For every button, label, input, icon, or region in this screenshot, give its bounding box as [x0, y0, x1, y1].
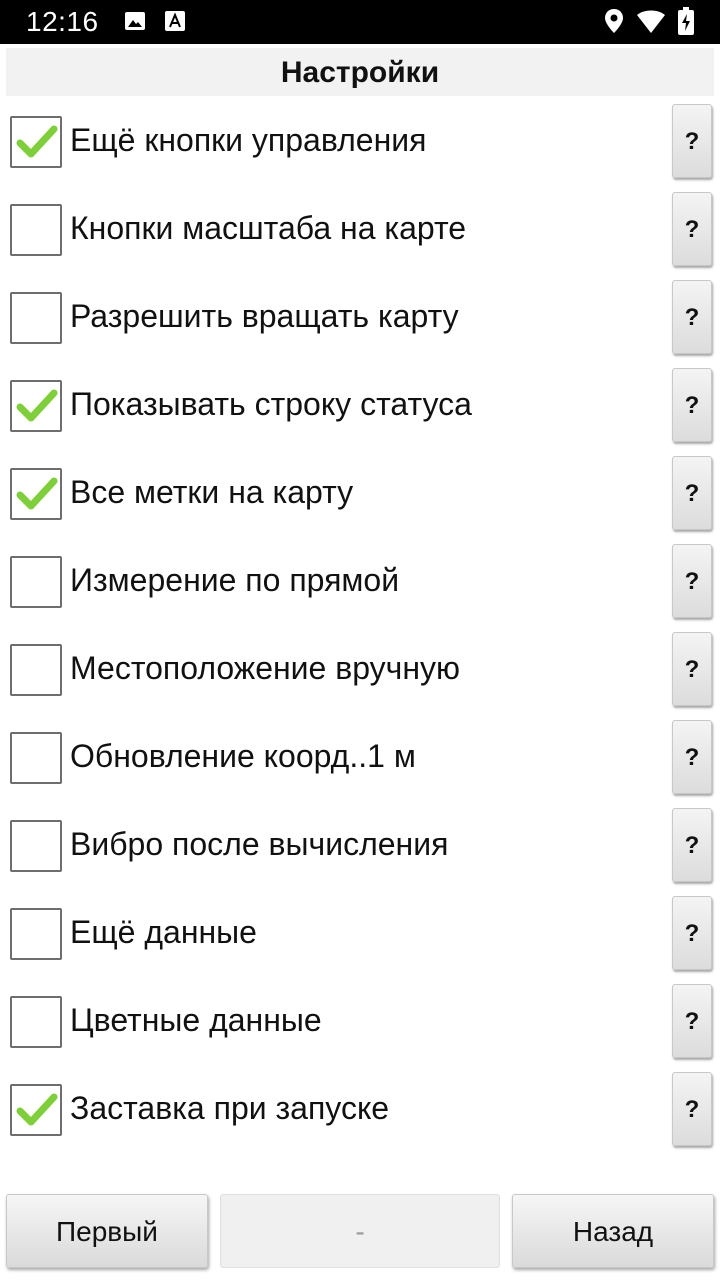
setting-row[interactable]: Вибро после вычисления ? — [0, 808, 720, 896]
checkbox[interactable] — [10, 380, 62, 432]
setting-row[interactable]: Кнопки масштаба на карте ? — [0, 192, 720, 280]
status-bar: 12:16 — [0, 0, 720, 44]
checkbox[interactable] — [10, 1084, 62, 1136]
setting-label: Кнопки масштаба на карте — [70, 210, 467, 246]
check-icon — [16, 389, 58, 422]
status-time: 12:16 — [26, 6, 99, 37]
help-button[interactable]: ? — [672, 368, 712, 442]
checkbox[interactable] — [10, 204, 62, 256]
checkbox[interactable] — [10, 292, 62, 344]
setting-row[interactable]: Ещё данные ? — [0, 896, 720, 984]
setting-row[interactable]: Измерение по прямой ? — [0, 544, 720, 632]
help-button[interactable]: ? — [672, 808, 712, 882]
setting-row[interactable]: Заставка при запуске ? — [0, 1072, 720, 1160]
first-button[interactable]: Первый — [6, 1194, 208, 1268]
checkbox[interactable] — [10, 820, 62, 872]
check-icon — [16, 1093, 58, 1126]
setting-row[interactable]: Все метки на карту ? — [0, 456, 720, 544]
help-button[interactable]: ? — [672, 192, 712, 266]
checkbox[interactable] — [10, 644, 62, 696]
battery-icon — [678, 7, 694, 40]
setting-label: Обновление коорд..1 м — [70, 738, 416, 774]
setting-label: Заставка при запуске — [70, 1090, 390, 1126]
setting-label: Цветные данные — [70, 1002, 322, 1038]
setting-label: Ещё кнопки управления — [70, 122, 427, 158]
setting-label: Ещё данные — [70, 914, 257, 950]
setting-label: Измерение по прямой — [70, 562, 400, 598]
setting-label: Все метки на карту — [70, 474, 354, 510]
help-button[interactable]: ? — [672, 984, 712, 1058]
checkbox[interactable] — [10, 732, 62, 784]
help-button[interactable]: ? — [672, 720, 712, 794]
check-icon — [16, 125, 58, 158]
checkbox[interactable] — [10, 468, 62, 520]
title-bar: Настройки — [6, 48, 714, 96]
checkbox[interactable] — [10, 556, 62, 608]
help-button[interactable]: ? — [672, 104, 712, 178]
help-button[interactable]: ? — [672, 632, 712, 706]
setting-label: Местоположение вручную — [70, 650, 461, 686]
setting-row[interactable]: Обновление коорд..1 м ? — [0, 720, 720, 808]
setting-row[interactable]: Показывать строку статуса ? — [0, 368, 720, 456]
setting-row[interactable]: Цветные данные ? — [0, 984, 720, 1072]
help-button[interactable]: ? — [672, 1072, 712, 1146]
help-button[interactable]: ? — [672, 544, 712, 618]
setting-label: Вибро после вычисления — [70, 826, 449, 862]
image-icon — [124, 10, 146, 37]
check-icon — [16, 477, 58, 510]
help-button[interactable]: ? — [672, 280, 712, 354]
setting-row[interactable]: Ещё кнопки управления ? — [0, 104, 720, 192]
setting-row[interactable]: Местоположение вручную ? — [0, 632, 720, 720]
setting-label: Разрешить вращать карту — [70, 298, 459, 334]
help-button[interactable]: ? — [672, 896, 712, 970]
location-icon — [604, 8, 624, 39]
setting-row[interactable]: Разрешить вращать карту ? — [0, 280, 720, 368]
page-title: Настройки — [280, 56, 440, 89]
checkbox[interactable] — [10, 996, 62, 1048]
middle-button[interactable]: - — [220, 1194, 500, 1268]
wifi-icon — [636, 8, 666, 39]
help-button[interactable]: ? — [672, 456, 712, 530]
checkbox[interactable] — [10, 116, 62, 168]
font-icon — [164, 10, 186, 37]
setting-label: Показывать строку статуса — [70, 386, 472, 422]
checkbox[interactable] — [10, 908, 62, 960]
back-button[interactable]: Назад — [512, 1194, 714, 1268]
